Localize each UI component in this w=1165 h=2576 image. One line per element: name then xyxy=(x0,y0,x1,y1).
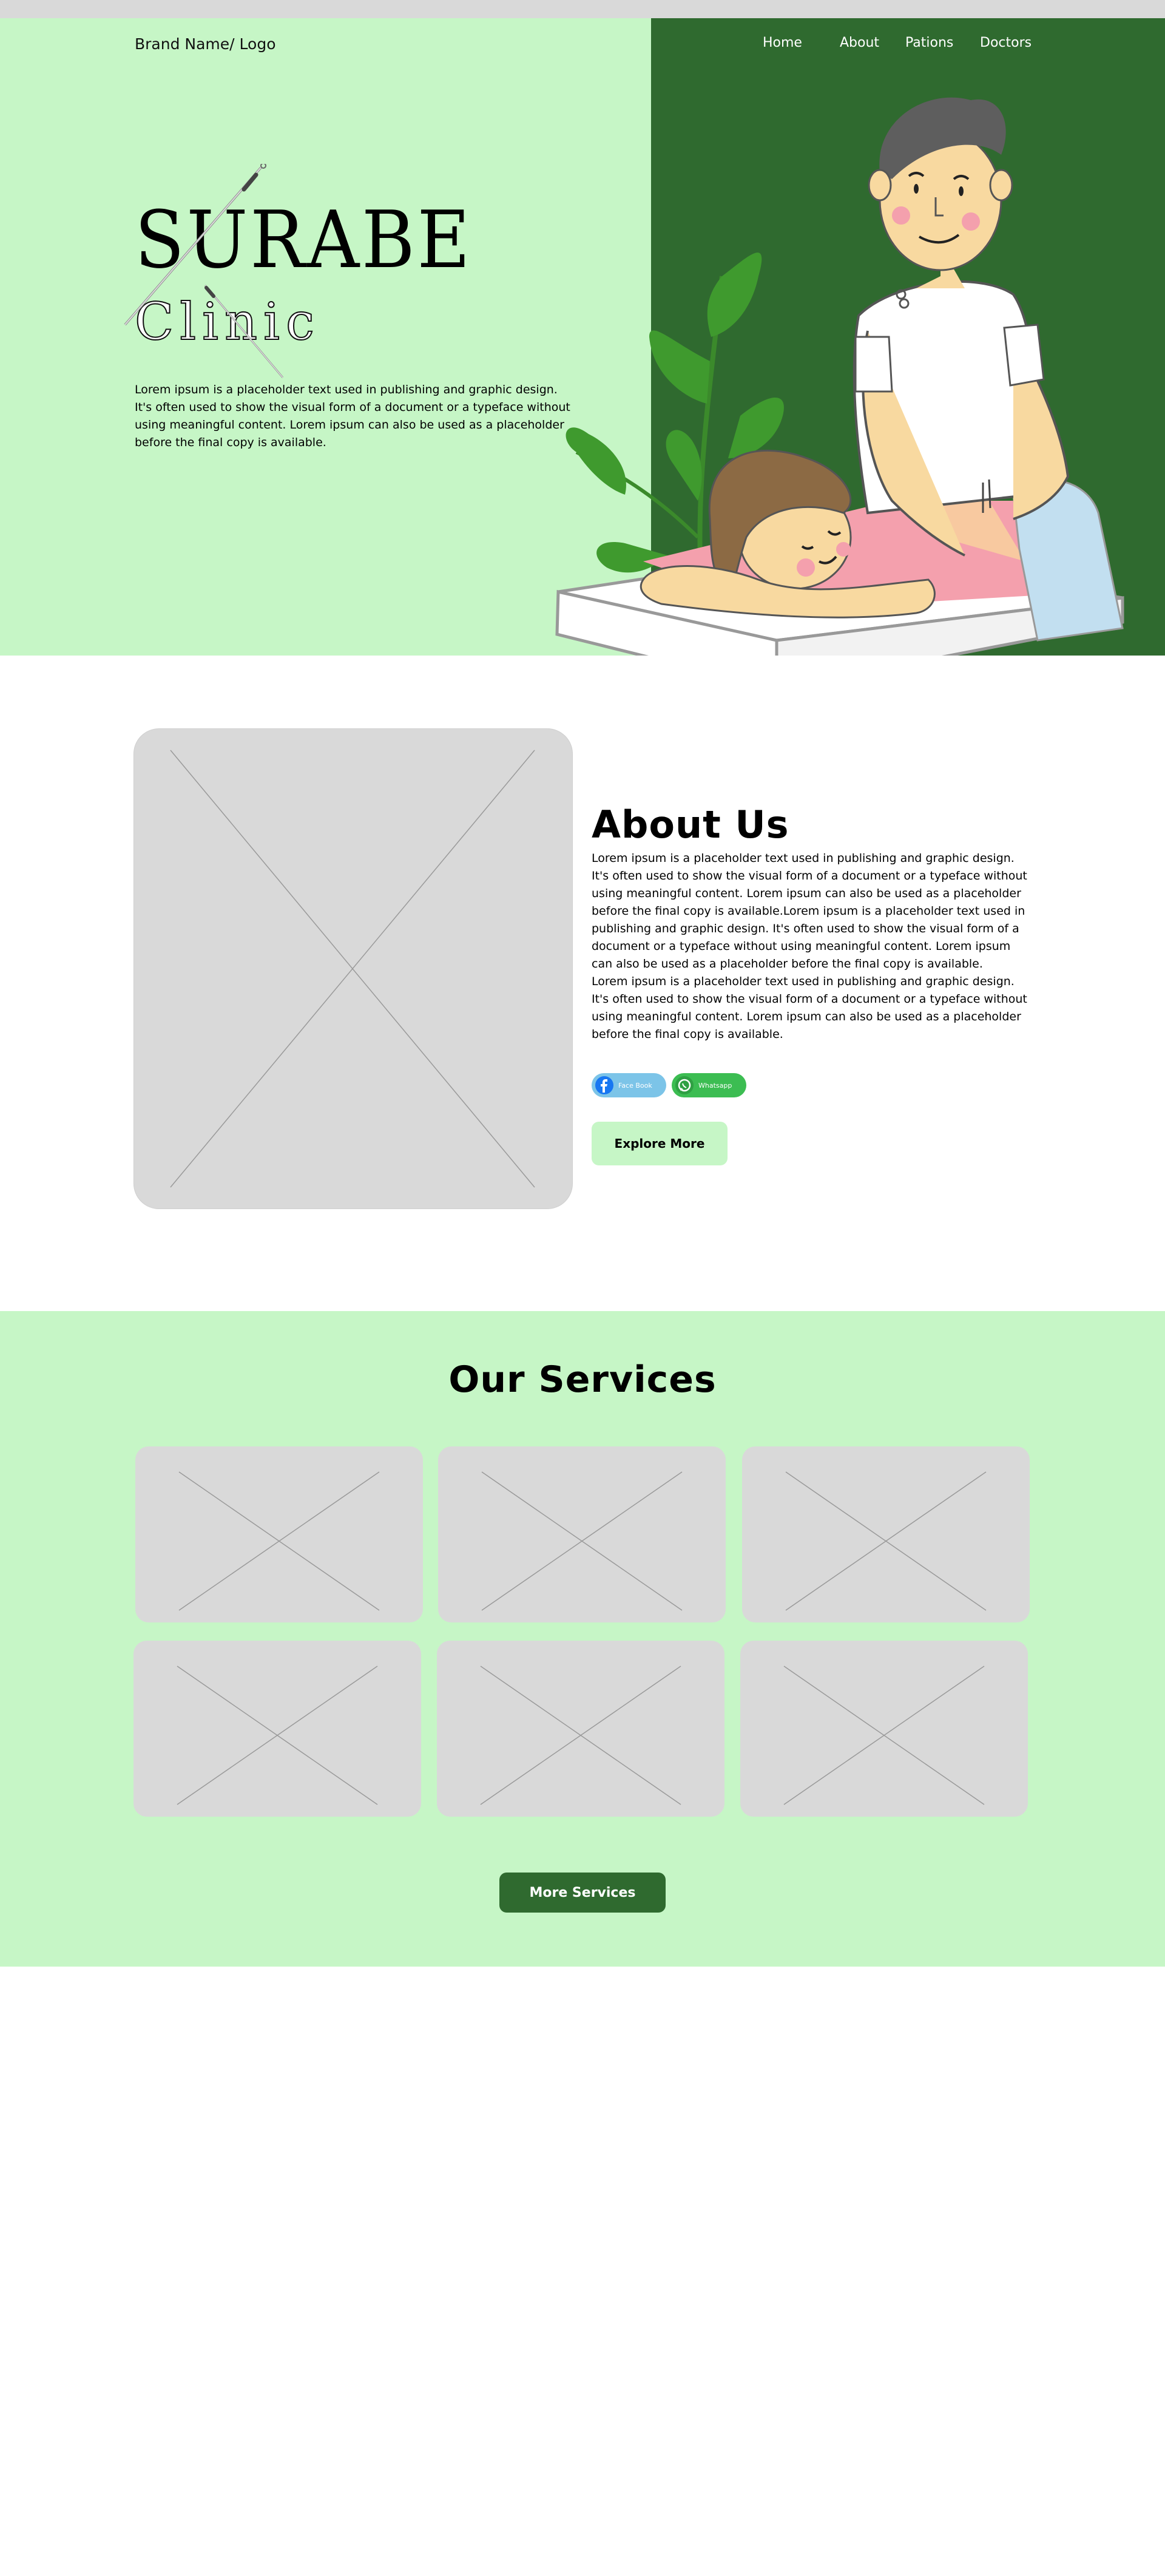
acupuncture-needle-icon xyxy=(124,164,284,378)
hero-description: Lorem ipsum is a placeholder text used i… xyxy=(135,383,570,449)
whatsapp-label: Whatsapp xyxy=(698,1081,732,1090)
explore-more-button[interactable]: Explore More xyxy=(592,1122,728,1165)
brand-logo[interactable]: Brand Name/ Logo xyxy=(135,35,275,53)
more-services-button[interactable]: More Services xyxy=(499,1873,666,1913)
about-text: Lorem ipsum is a placeholder text used i… xyxy=(592,850,1032,1043)
image-placeholder-icon xyxy=(481,1471,683,1611)
image-placeholder-icon xyxy=(785,1471,987,1611)
nav-about[interactable]: About xyxy=(840,35,879,50)
service-card[interactable] xyxy=(135,1446,423,1622)
nav-doctors[interactable]: Doctors xyxy=(980,35,1032,50)
image-placeholder-icon xyxy=(177,1666,378,1805)
image-placeholder-icon xyxy=(170,750,535,1188)
service-card[interactable] xyxy=(133,1641,421,1817)
service-card[interactable] xyxy=(742,1446,1030,1622)
hero-section: Brand Name/ Logo Home About Pations Doct… xyxy=(0,18,1165,656)
service-card[interactable] xyxy=(740,1641,1028,1817)
image-placeholder-icon xyxy=(178,1471,380,1611)
about-paragraph: Lorem ipsum is a placeholder text used i… xyxy=(592,975,1027,1041)
nav-home[interactable]: Home xyxy=(763,35,802,50)
whatsapp-icon xyxy=(675,1076,694,1094)
image-placeholder-icon xyxy=(480,1666,681,1805)
nav-pations[interactable]: Pations xyxy=(905,35,953,50)
about-paragraph: Lorem ipsum is a placeholder text used i… xyxy=(592,852,1027,971)
facebook-label: Face Book xyxy=(618,1081,652,1090)
about-image-placeholder xyxy=(133,728,573,1209)
facebook-icon xyxy=(595,1076,613,1094)
top-bar xyxy=(0,0,1165,18)
service-card[interactable] xyxy=(438,1446,726,1622)
facebook-button[interactable]: Face Book xyxy=(592,1073,666,1097)
acupuncture-treatment-illustration xyxy=(555,97,1124,656)
about-title: About Us xyxy=(592,802,789,847)
services-title: Our Services xyxy=(448,1358,717,1401)
image-placeholder-icon xyxy=(783,1666,985,1805)
service-card[interactable] xyxy=(437,1641,724,1817)
whatsapp-button[interactable]: Whatsapp xyxy=(672,1073,746,1097)
services-section xyxy=(0,1311,1165,1967)
